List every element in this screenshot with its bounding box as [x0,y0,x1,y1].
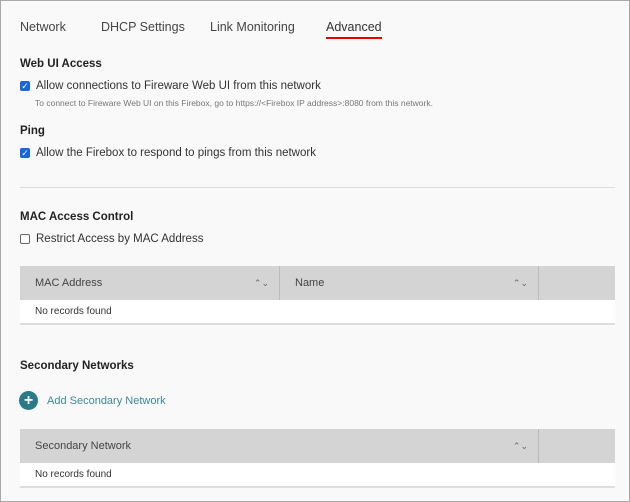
allow-ping-checkbox[interactable]: ✓ [20,148,30,158]
allow-web-ui-checkbox-row[interactable]: ✓ Allow connections to Fireware Web UI f… [20,80,321,92]
allow-ping-checkbox-row[interactable]: ✓ Allow the Firebox to respond to pings … [20,147,316,159]
tab-dhcp-settings[interactable]: DHCP Settings [101,20,185,34]
allow-web-ui-label: Allow connections to Fireware Web UI fro… [36,80,321,92]
add-secondary-network-label: Add Secondary Network [47,394,166,407]
ping-heading: Ping [20,125,45,137]
tab-network[interactable]: Network [20,20,66,34]
empty-row: No records found [20,300,615,325]
restrict-mac-label: Restrict Access by MAC Address [36,233,204,245]
empty-row: No records found [20,463,615,488]
secondary-networks-table: Secondary Network ⌃⌄ No records found [20,429,615,488]
tab-link-monitoring[interactable]: Link Monitoring [210,20,295,34]
divider [20,187,615,188]
plus-icon: + [19,391,38,410]
column-header-mac-address[interactable]: MAC Address ⌃⌄ [20,266,280,300]
add-secondary-network-button[interactable]: + Add Secondary Network [19,391,166,410]
sort-icon[interactable]: ⌃⌄ [254,266,269,300]
tab-advanced[interactable]: Advanced [326,20,382,39]
advanced-settings-panel: Network DHCP Settings Link Monitoring Ad… [0,0,630,502]
allow-ping-label: Allow the Firebox to respond to pings fr… [36,147,316,159]
mac-table: MAC Address ⌃⌄ Name ⌃⌄ No records found [20,266,615,325]
secondary-networks-heading: Secondary Networks [20,360,134,372]
web-ui-hint: To connect to Fireware Web UI on this Fi… [35,98,433,108]
column-header-name[interactable]: Name ⌃⌄ [280,266,539,300]
mac-access-heading: MAC Access Control [20,211,134,223]
sort-icon[interactable]: ⌃⌄ [513,266,528,300]
sort-icon[interactable]: ⌃⌄ [513,429,528,463]
restrict-mac-checkbox[interactable] [20,234,30,244]
allow-web-ui-checkbox[interactable]: ✓ [20,81,30,91]
web-ui-access-heading: Web UI Access [20,58,102,70]
column-header-secondary-network[interactable]: Secondary Network ⌃⌄ [20,429,539,463]
restrict-mac-checkbox-row[interactable]: Restrict Access by MAC Address [20,233,203,245]
